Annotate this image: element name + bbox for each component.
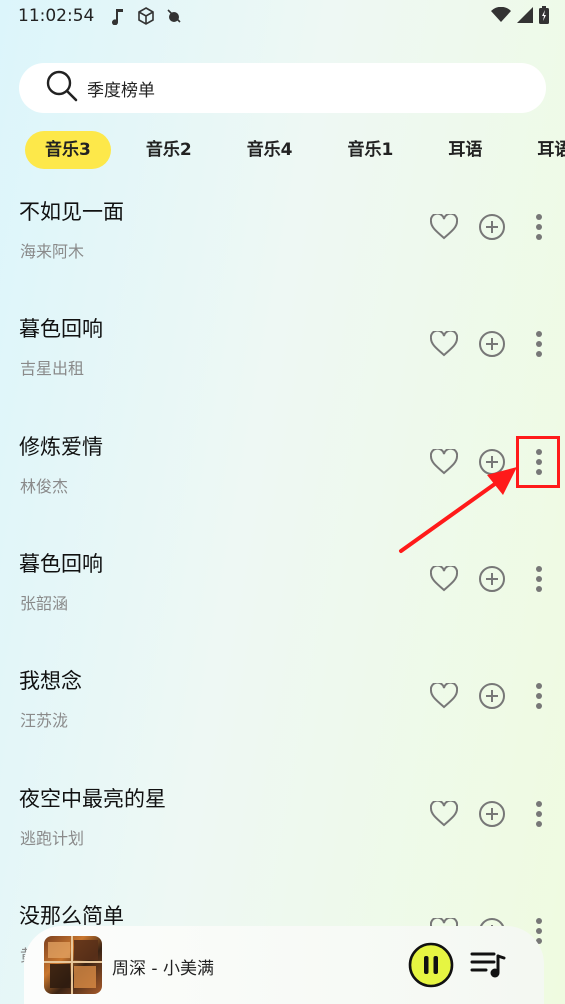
add-circle-icon[interactable]	[477, 329, 507, 359]
add-circle-icon[interactable]	[477, 799, 507, 829]
add-circle-icon[interactable]	[477, 564, 507, 594]
song-row[interactable]: 暮色回响 吉星出租	[0, 297, 565, 414]
song-title: 不如见一面	[19, 200, 124, 224]
add-circle-icon[interactable]	[477, 212, 507, 242]
search-query-text: 季度榜单	[87, 80, 155, 101]
song-title: 暮色回响	[19, 317, 103, 341]
more-vertical-icon[interactable]	[524, 564, 554, 594]
more-vertical-icon[interactable]	[524, 681, 554, 711]
song-artist: 林俊杰	[20, 477, 69, 496]
heart-icon[interactable]	[429, 799, 459, 829]
heart-icon[interactable]	[429, 329, 459, 359]
tab-eryu2[interactable]: 耳语2	[517, 131, 565, 169]
song-row[interactable]: 不如见一面 海来阿木	[0, 180, 565, 297]
song-artist: 吉星出租	[20, 359, 85, 378]
song-artist: 张韶涵	[20, 594, 69, 613]
song-row[interactable]: 我想念 汪苏泷	[0, 649, 565, 766]
playlist-icon	[470, 952, 506, 978]
status-bar: 11:02:54	[0, 0, 565, 32]
pause-button[interactable]	[408, 942, 454, 992]
song-artist: 海来阿木	[20, 242, 85, 261]
heart-icon[interactable]	[429, 564, 459, 594]
add-circle-icon[interactable]	[477, 681, 507, 711]
pause-icon	[408, 942, 454, 988]
song-title: 我想念	[19, 669, 82, 693]
pointer-arrow-icon	[399, 467, 517, 553]
album-cover[interactable]	[44, 936, 102, 994]
song-row[interactable]: 夜空中最亮的星 逃跑计划	[0, 767, 565, 884]
music-note-icon	[108, 6, 128, 26]
playlist-button[interactable]	[470, 950, 506, 984]
heart-icon[interactable]	[429, 681, 459, 711]
tab-yinyue4[interactable]: 音乐4	[227, 131, 313, 169]
search-bar[interactable]: 季度榜单	[19, 63, 546, 113]
category-tabs: 音乐3 音乐2 音乐4 音乐1 耳语 耳语2	[0, 131, 565, 169]
heart-icon[interactable]	[429, 212, 459, 242]
song-artist: 逃跑计划	[20, 829, 85, 848]
song-title: 修炼爱情	[19, 435, 103, 459]
battery-charging-icon	[539, 6, 549, 29]
more-vertical-icon[interactable]	[524, 799, 554, 829]
song-artist: 汪苏泷	[20, 711, 69, 730]
status-right-icons	[491, 6, 549, 29]
tab-yinyue1[interactable]: 音乐1	[328, 131, 414, 169]
more-vertical-icon[interactable]	[524, 212, 554, 242]
signal-icon	[517, 7, 533, 28]
now-playing-text[interactable]: 周深 - 小美满	[112, 954, 214, 979]
tab-eryu[interactable]: 耳语	[428, 131, 502, 169]
song-title: 夜空中最亮的星	[19, 787, 166, 811]
wifi-icon	[491, 6, 511, 28]
song-title: 暮色回响	[19, 552, 103, 576]
tab-yinyue2[interactable]: 音乐2	[126, 131, 212, 169]
tab-yinyue3[interactable]: 音乐3	[25, 131, 111, 169]
search-icon	[45, 69, 79, 107]
more-vertical-icon[interactable]	[524, 329, 554, 359]
cube-icon	[136, 6, 156, 26]
status-time: 11:02:54	[18, 6, 95, 26]
mini-player[interactable]: 周深 - 小美满	[24, 926, 544, 1004]
bug-icon	[164, 6, 184, 26]
